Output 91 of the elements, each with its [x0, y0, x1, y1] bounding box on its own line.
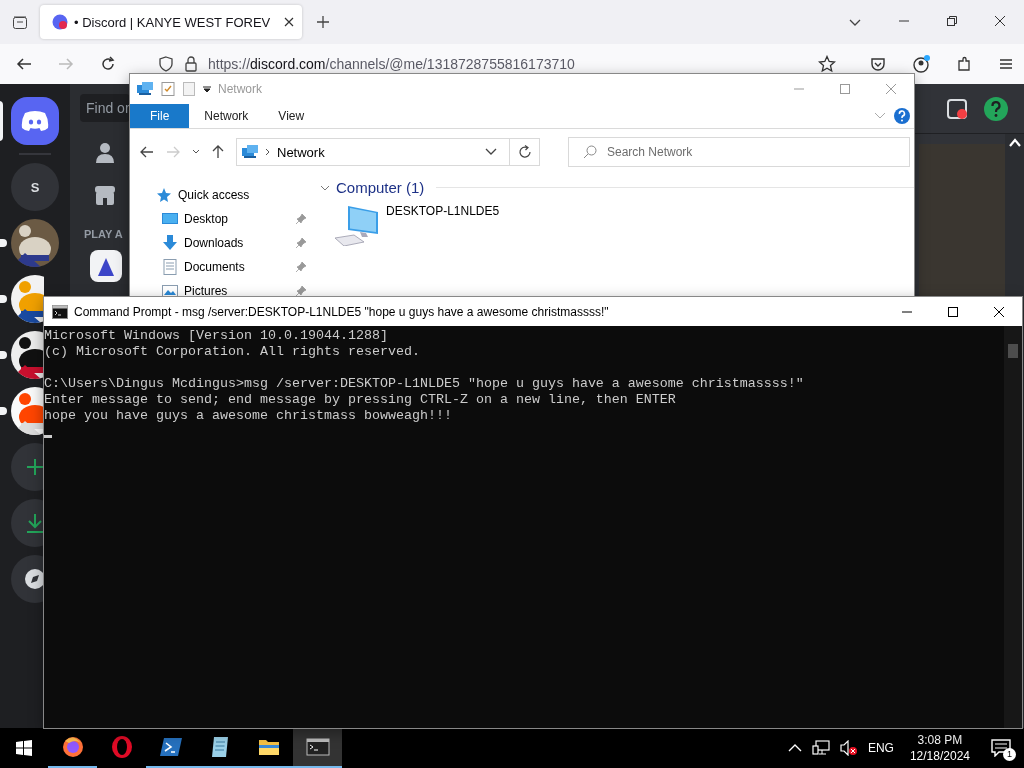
nav-item[interactable]: Downloads — [156, 233, 306, 253]
command-prompt-icon[interactable] — [52, 304, 68, 319]
ribbon-tab[interactable]: Network — [189, 104, 264, 128]
dropdown-icon[interactable] — [202, 85, 212, 93]
chevron-up-icon[interactable] — [787, 743, 802, 753]
group-title[interactable]: Computer (1) — [336, 179, 425, 196]
address-text: Network — [277, 144, 326, 160]
refresh-icon — [517, 145, 532, 159]
star-icon[interactable] — [818, 55, 836, 73]
friends-icon[interactable] — [94, 142, 116, 164]
inbox-icon[interactable] — [946, 97, 968, 120]
window-title: Network — [218, 82, 262, 96]
search-field[interactable]: Search Network — [568, 137, 910, 167]
nav-item[interactable]: Quick access — [156, 185, 306, 205]
download-icon — [26, 513, 44, 533]
download-button[interactable] — [11, 499, 44, 547]
clock-time[interactable]: 3:08 PM — [917, 732, 963, 748]
help-icon[interactable] — [984, 96, 1008, 121]
clock-date[interactable]: 12/18/2024 — [909, 748, 970, 764]
shop-icon[interactable] — [94, 184, 116, 206]
chevron-right-icon — [265, 148, 271, 156]
tab-title: • Discord | KANYE WEST FOREV — [74, 14, 272, 30]
back-icon[interactable] — [16, 56, 32, 72]
restore-icon[interactable] — [946, 15, 958, 27]
scrollbar-thumb[interactable] — [1008, 344, 1018, 358]
network-icon[interactable] — [136, 81, 154, 97]
language-indicator[interactable]: ENG — [867, 741, 894, 755]
properties-icon[interactable] — [160, 81, 176, 97]
menu-icon[interactable] — [998, 56, 1014, 72]
refresh-button[interactable] — [510, 138, 540, 166]
recent-locations-icon[interactable] — [192, 149, 200, 155]
computer-name[interactable]: DESKTOP-L1NLDE5 — [386, 204, 500, 218]
plus-icon — [26, 458, 44, 476]
close-icon[interactable] — [994, 15, 1006, 27]
discord-icon — [52, 14, 68, 30]
discord-logo-icon — [21, 110, 49, 132]
network-icon[interactable] — [811, 740, 830, 756]
help-icon[interactable] — [894, 108, 910, 124]
tab-list-icon[interactable] — [12, 14, 28, 30]
search-icon — [583, 145, 597, 159]
reload-icon[interactable] — [100, 56, 116, 72]
notifications-icon — [991, 739, 1011, 757]
powershell-icon — [158, 735, 183, 759]
close-icon[interactable] — [993, 305, 1005, 318]
document-icon — [162, 259, 178, 275]
url-text[interactable]: https://discord.com/channels/@me/1318728755816173710 — [208, 56, 575, 72]
windows-logo-icon — [16, 740, 32, 756]
star-icon — [156, 187, 172, 203]
up-icon[interactable] — [212, 145, 224, 159]
computer-icon — [334, 204, 380, 246]
ribbon-tab[interactable]: File — [130, 104, 190, 128]
console-line: Enter message to send; end message by pressing CTRL-Z on a new line, then ENTER — [44, 392, 677, 408]
close-icon[interactable] — [284, 17, 294, 27]
pocket-icon[interactable] — [870, 56, 886, 72]
nav-item[interactable]: Documents — [156, 257, 306, 277]
console-line: C:\Users\Dingus Mcdingus>msg /server:DESKTOP-L1NLDE5 "hope u guys have a awesome christmassss!" — [44, 376, 805, 392]
console-line: hope you have guys a awesome christmass bowweagh!!! — [44, 408, 453, 424]
new-tab-icon[interactable] — [316, 15, 330, 29]
discover-button[interactable] — [11, 555, 44, 603]
lock-icon[interactable] — [184, 56, 198, 72]
address-bar[interactable]: Network — [236, 138, 510, 166]
muted-speaker-icon[interactable] — [839, 740, 858, 756]
add-server-button[interactable] — [11, 443, 44, 491]
back-icon[interactable] — [140, 146, 154, 158]
extensions-icon[interactable] — [956, 56, 972, 72]
server-button[interactable]: S — [11, 163, 59, 211]
firefox-icon — [60, 735, 85, 759]
shield-icon[interactable] — [158, 56, 174, 72]
command-prompt-icon — [305, 735, 330, 759]
text-cursor — [44, 435, 52, 438]
notifications-button[interactable]: 1 — [986, 733, 1016, 763]
scrollbar[interactable] — [1004, 326, 1022, 728]
home-button[interactable] — [11, 97, 59, 145]
taskbar-app-button[interactable] — [293, 728, 342, 768]
download-icon — [162, 235, 178, 251]
section-title: PLAY A — [84, 228, 123, 240]
account-icon[interactable] — [912, 55, 930, 73]
console-line: (c) Microsoft Corporation. All rights reserved. — [44, 344, 421, 360]
dropdown-icon[interactable] — [485, 148, 497, 156]
ribbon-tab[interactable]: View — [263, 104, 320, 128]
console-line: Microsoft Windows [Version 10.0.19044.1288] — [44, 328, 389, 344]
nav-item[interactable]: Desktop — [156, 209, 306, 229]
search-field[interactable]: Find or — [80, 94, 130, 122]
network-icon — [241, 144, 259, 160]
desktop-icon — [162, 211, 178, 227]
window-title: Command Prompt - msg /server:DESKTOP-L1NLDE5 "hope u guys have a awesome christmassss!" — [74, 304, 609, 319]
notification-count: 1 — [1003, 748, 1016, 761]
browser-tab[interactable]: • Discord | KANYE WEST FOREV — [40, 5, 302, 39]
opera-icon — [109, 735, 134, 759]
app-icon[interactable] — [90, 250, 122, 282]
maximize-icon[interactable] — [947, 305, 959, 318]
